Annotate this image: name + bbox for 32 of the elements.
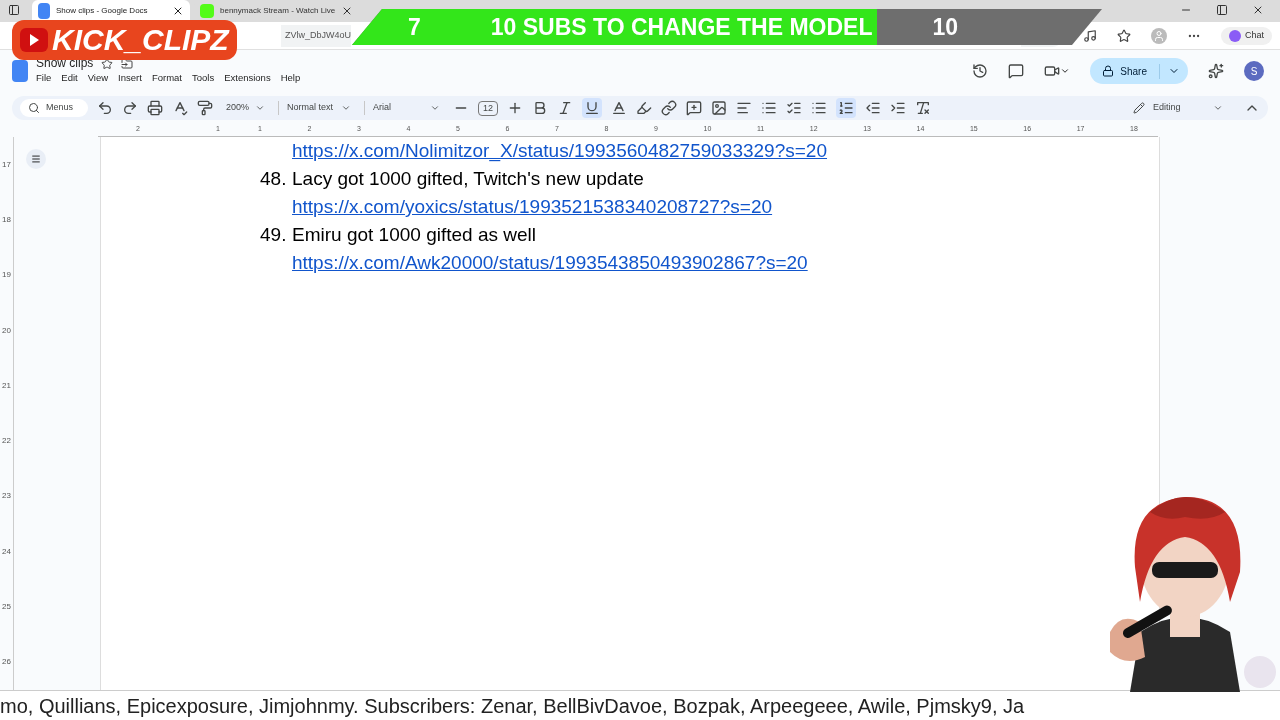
channel-logo: KICK_CLIPZ [12,20,237,60]
editing-mode-dropdown[interactable]: Editing [1133,101,1223,115]
menu-search-field[interactable]: Menus [20,99,88,117]
link[interactable]: https://x.com/Awk20000/status/1993543850493902867?s=20 [292,252,808,273]
menu-item[interactable]: File [36,71,52,86]
link[interactable]: https://x.com/yoxics/status/1993521538340208727?s=20 [292,196,773,217]
link[interactable]: https://x.com/Nolimitzor_X/status/1993560482759033329?s=20 [292,140,827,161]
ticker-bar: mo, Quillians, Epicexposure, Jimjohnmy. Subscribers: Zenar, BellBivDavoe, Bozpak, Arpeegeee, Awile, Pjmsky9, Ja [0,690,1280,720]
address-field[interactable]: ZVlw_DbJW4oU [281,24,351,47]
list-item-text: Lacy got 1000 gifted, Twitch's new update [292,167,644,191]
chat-button[interactable]: Chat [1221,26,1272,45]
menu-item[interactable]: View [87,71,109,86]
goal-target: 10 [932,12,959,42]
menu-item[interactable]: Edit [61,71,78,86]
style-dropdown[interactable]: Normal text [278,101,356,115]
goal-current: 7 [408,12,421,42]
vertical-ruler: 17 18 19 20 21 22 23 24 25 26 [0,137,14,690]
list-number: 49. [260,223,288,247]
share-button[interactable]: Share [1090,58,1188,84]
zoom-dropdown[interactable]: 200% [222,101,270,115]
menu-item[interactable]: Extensions [224,71,271,86]
font-dropdown[interactable]: Arial [364,101,445,115]
menu-item[interactable]: Help [280,71,301,86]
list-item-text: Emiru got 1000 gifted as well [292,223,536,247]
account-avatar[interactable]: S [1244,61,1264,81]
menu-item[interactable]: Tools [191,71,215,86]
menu-item[interactable]: Insert [118,71,142,86]
font-size-field[interactable]: 12 [478,100,499,116]
goal-text: 10 SUBS TO CHANGE THE MODEL [490,12,873,42]
menu-item[interactable]: Format [151,71,182,86]
browser-tab[interactable]: Show clips - Google Docs [32,0,190,22]
list-number: 48. [260,167,288,191]
